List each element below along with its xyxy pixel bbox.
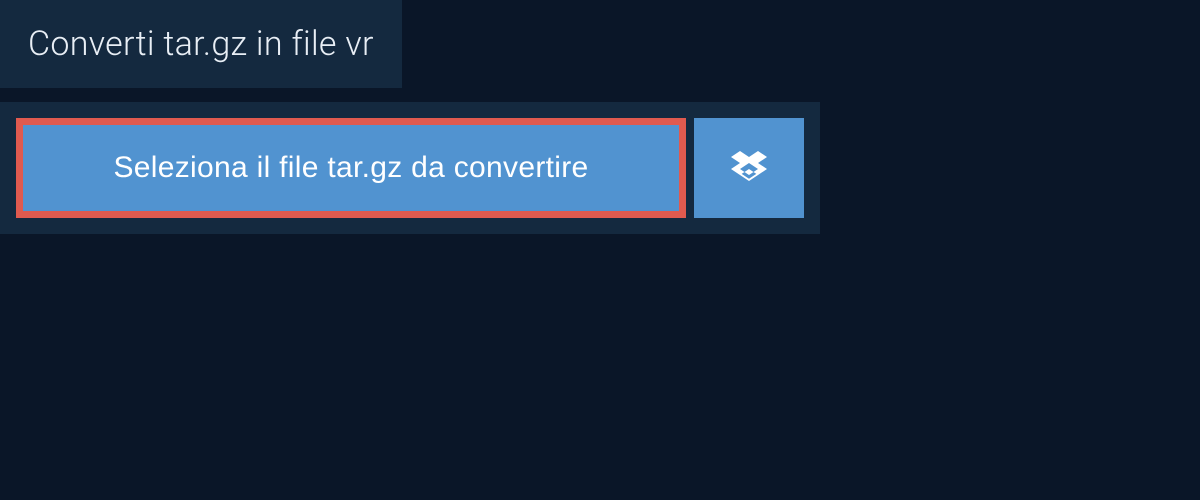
dropbox-icon: [731, 148, 767, 188]
upload-section: Seleziona il file tar.gz da convertire: [0, 102, 820, 234]
page-title: Converti tar.gz in file vr: [28, 24, 374, 64]
page-header: Converti tar.gz in file vr: [0, 0, 402, 88]
select-file-button[interactable]: Seleziona il file tar.gz da convertire: [16, 118, 686, 218]
dropbox-button[interactable]: [694, 118, 804, 218]
